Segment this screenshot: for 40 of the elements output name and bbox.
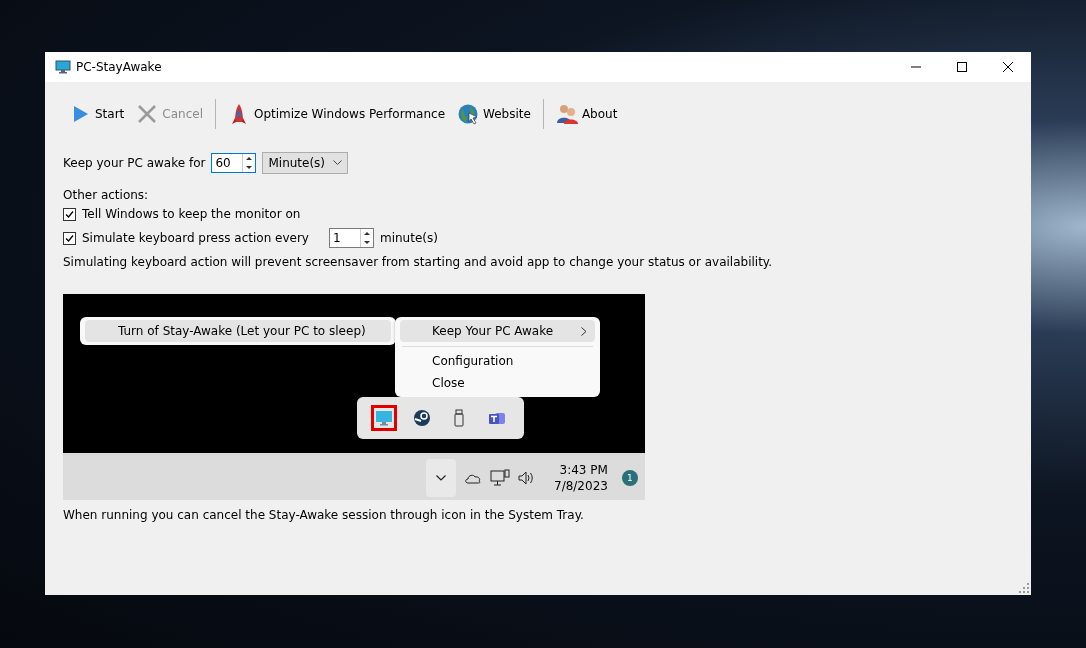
volume-icon[interactable] xyxy=(518,471,536,485)
checkbox-label: Simulate keyboard press action every xyxy=(82,231,309,245)
close-icon xyxy=(136,103,159,125)
people-icon xyxy=(555,103,578,125)
duration-spinner[interactable]: 60 xyxy=(211,153,257,173)
chevron-right-icon xyxy=(581,326,587,336)
steam-icon xyxy=(412,409,431,427)
maximize-icon[interactable] xyxy=(957,62,967,72)
menu-item[interactable]: Keep Your PC Awake xyxy=(400,320,595,342)
cloud-icon[interactable] xyxy=(464,472,482,484)
website-button[interactable]: Website xyxy=(451,99,537,129)
about-button[interactable]: About xyxy=(549,99,624,129)
optimize-button[interactable]: Optimize Windows Performance xyxy=(222,99,452,129)
duration-label: Keep your PC awake for xyxy=(63,156,206,170)
info-text: When running you can cancel the Stay-Awake session through icon in the System Tray. xyxy=(63,508,585,522)
unit-label: minute(s) xyxy=(379,231,438,245)
checkbox-label: Tell Windows to keep the monitor on xyxy=(82,207,301,221)
section-label: Other actions: xyxy=(63,188,150,202)
interval-spinner[interactable]: 1 xyxy=(328,228,374,248)
window-title: PC-StayAwake xyxy=(76,60,163,74)
checkbox[interactable] xyxy=(63,207,76,221)
resize-grip-icon xyxy=(1019,583,1029,593)
monitor-icon xyxy=(374,409,393,427)
clock-date: 7/8/2023 xyxy=(554,478,608,494)
menu-item[interactable]: Close xyxy=(400,372,595,394)
notification-badge[interactable]: 1 xyxy=(621,470,638,486)
clock-time: 3:43 PM xyxy=(559,462,608,478)
menu-item[interactable]: Turn of Stay-Awake (Let your PC to sleep) xyxy=(85,320,391,342)
start-button[interactable]: Start xyxy=(63,99,131,129)
network-icon[interactable] xyxy=(490,469,510,487)
info-text: Simulating keyboard action will prevent screensaver from starting and avoid app to change your status or availability. xyxy=(63,255,774,269)
unit-dropdown[interactable]: Minute(s) xyxy=(262,152,349,174)
close-icon[interactable] xyxy=(1003,62,1013,72)
monitor-icon xyxy=(55,60,71,74)
clock[interactable]: 3:43 PM 7/8/2023 xyxy=(554,462,608,494)
chevron-down-icon xyxy=(333,160,343,166)
chevron-up-icon xyxy=(436,475,446,481)
menu-item[interactable]: Configuration xyxy=(400,350,595,372)
checkbox[interactable] xyxy=(63,231,76,245)
globe-icon xyxy=(457,103,480,125)
